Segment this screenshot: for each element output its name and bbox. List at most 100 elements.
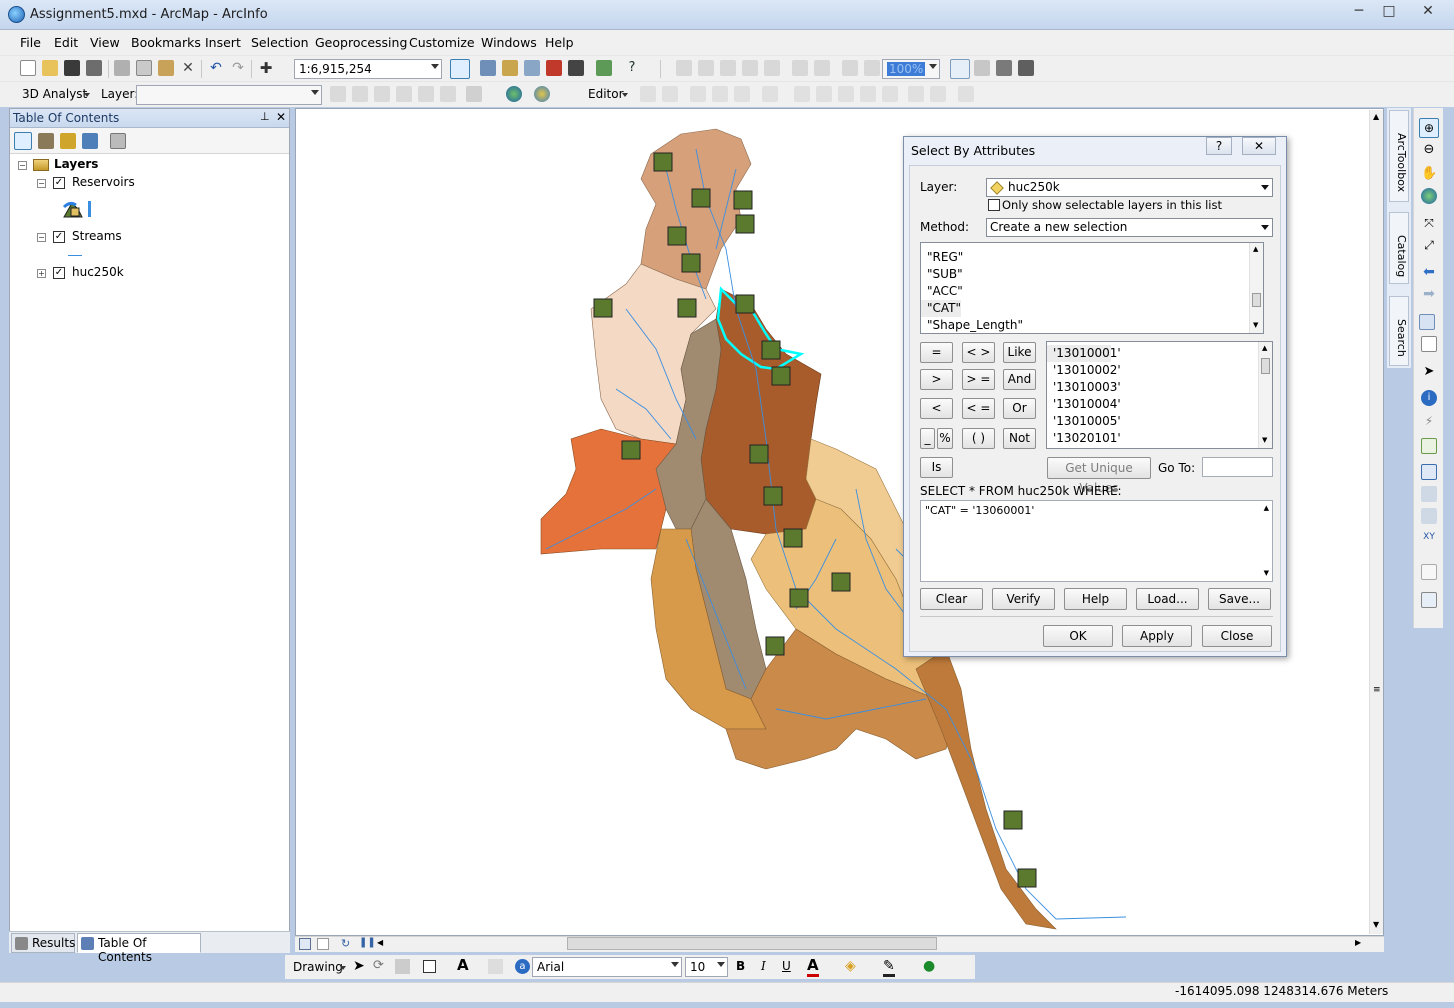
- edit-annotation-icon[interactable]: [662, 86, 678, 102]
- get-unique-values-button[interactable]: Get Unique Values: [1047, 457, 1151, 495]
- menu-selection[interactable]: Selection: [251, 35, 309, 50]
- operator-underscore-button[interactable]: _: [920, 428, 935, 449]
- select-elements-icon[interactable]: ➤: [353, 958, 365, 974]
- copy-icon[interactable]: [136, 60, 152, 76]
- operator-greater-button[interactable]: >: [920, 369, 953, 390]
- menu-customize[interactable]: Customize: [409, 35, 475, 50]
- toggle-draft-mode-icon[interactable]: [950, 59, 970, 79]
- underline-button[interactable]: U: [782, 959, 791, 973]
- scroll-up-icon[interactable]: ▲: [1262, 344, 1267, 352]
- arcscene-globe-icon[interactable]: [506, 86, 522, 102]
- value-item[interactable]: '13020101': [1047, 430, 1272, 447]
- layer-huc250k[interactable]: huc250k: [72, 265, 124, 279]
- scroll-thumb[interactable]: [1252, 293, 1261, 307]
- search-window-icon[interactable]: [524, 60, 540, 76]
- verify-button[interactable]: Verify: [992, 588, 1055, 610]
- python-window-icon[interactable]: [568, 60, 584, 76]
- split-icon[interactable]: [860, 86, 876, 102]
- interpolate-line-icon[interactable]: [418, 86, 434, 102]
- streams-checkbox[interactable]: ✓: [53, 231, 65, 243]
- zoom-100-icon[interactable]: [764, 60, 780, 76]
- apply-button[interactable]: Apply: [1122, 625, 1192, 647]
- tab-catalog[interactable]: Catalog: [1389, 212, 1409, 284]
- measure-icon[interactable]: [1421, 464, 1437, 480]
- pin-icon[interactable]: ⊥: [260, 110, 270, 123]
- field-item[interactable]: "Shape_Length": [921, 317, 1263, 333]
- value-item-selected[interactable]: '13010001': [1047, 345, 1121, 362]
- text-icon[interactable]: A: [457, 956, 469, 974]
- dialog-help-button[interactable]: ?: [1206, 137, 1232, 155]
- editor-dropdown[interactable]: Editor: [588, 87, 624, 101]
- select-features-icon[interactable]: [1419, 314, 1435, 330]
- add-data-icon[interactable]: ✚: [258, 60, 274, 76]
- go-to-xy-icon[interactable]: XY: [1421, 532, 1437, 548]
- menu-geoprocessing[interactable]: Geoprocessing: [315, 35, 407, 50]
- map-scale-combo[interactable]: 1:6,915,254: [294, 59, 442, 79]
- map-vertical-scrollbar[interactable]: ▲ ≡ ▼: [1369, 110, 1383, 934]
- values-list-scrollbar[interactable]: ▲ ▼: [1258, 342, 1272, 448]
- operator-and-button[interactable]: And: [1003, 369, 1036, 390]
- scroll-thumb[interactable]: [1261, 358, 1270, 374]
- menu-bookmarks[interactable]: Bookmarks: [131, 35, 201, 50]
- next-extent-icon[interactable]: [864, 60, 880, 76]
- fixed-layout-in-icon[interactable]: [792, 60, 808, 76]
- line-color-icon[interactable]: ✎: [883, 958, 895, 977]
- value-item[interactable]: '13010003': [1047, 379, 1272, 396]
- dialog-close-button[interactable]: ✕: [1242, 137, 1276, 155]
- font-color-icon[interactable]: A: [807, 956, 819, 977]
- arctoolbox-icon[interactable]: [546, 60, 562, 76]
- minimize-button[interactable]: ─: [1344, 1, 1374, 23]
- profile-graph-icon[interactable]: [466, 86, 482, 102]
- whats-this-icon[interactable]: ?: [624, 60, 640, 76]
- scroll-left-icon[interactable]: ◀: [377, 938, 383, 947]
- data-driven-pages-icon[interactable]: [1018, 60, 1034, 76]
- menu-edit[interactable]: Edit: [54, 35, 78, 50]
- menu-help[interactable]: Help: [545, 35, 574, 50]
- table-of-contents-icon[interactable]: [480, 60, 496, 76]
- straight-segment-icon[interactable]: [690, 86, 706, 102]
- clear-button[interactable]: Clear: [920, 588, 983, 610]
- fixed-zoom-out-map-icon[interactable]: ⤢: [1421, 238, 1437, 254]
- go-back-icon[interactable]: ⬅: [1421, 264, 1437, 280]
- list-by-selection-icon[interactable]: [82, 133, 98, 149]
- layer-select[interactable]: huc250k: [986, 178, 1273, 197]
- interpolate-point-icon[interactable]: [396, 86, 412, 102]
- create-features-icon[interactable]: [958, 86, 974, 102]
- tab-search[interactable]: Search: [1389, 296, 1409, 366]
- help-button[interactable]: Help: [1064, 588, 1127, 610]
- cut-icon[interactable]: [114, 60, 130, 76]
- marker-color-icon[interactable]: ●: [923, 958, 935, 974]
- new-document-icon[interactable]: [20, 60, 36, 76]
- 3d-analyst-dropdown[interactable]: 3D Analyst: [22, 87, 87, 101]
- fixed-zoom-out-icon[interactable]: [698, 60, 714, 76]
- editor-toolbar-icon[interactable]: [450, 59, 470, 79]
- operator-percent-button[interactable]: %: [937, 428, 953, 449]
- delete-icon[interactable]: ✕: [180, 60, 196, 76]
- fixed-layout-out-icon[interactable]: [814, 60, 830, 76]
- operator-like-button[interactable]: Like: [1003, 342, 1036, 363]
- save-icon[interactable]: [64, 60, 80, 76]
- italic-button[interactable]: I: [761, 959, 766, 973]
- analyst-layer-combo[interactable]: [136, 85, 322, 105]
- undo-icon[interactable]: ↶: [208, 60, 224, 76]
- operator-less-equal-button[interactable]: < =: [962, 398, 995, 419]
- operator-is-button[interactable]: Is: [920, 457, 953, 478]
- go-forward-icon[interactable]: ➡: [1421, 286, 1437, 302]
- edit-tool-icon[interactable]: [640, 86, 656, 102]
- html-popup-icon[interactable]: [1421, 438, 1437, 454]
- horizontal-scroll-thumb[interactable]: [567, 937, 937, 950]
- catalog-window-icon[interactable]: [502, 60, 518, 76]
- attributes-icon[interactable]: [908, 86, 924, 102]
- field-item[interactable]: "SUB": [921, 266, 1263, 283]
- print-icon[interactable]: [86, 60, 102, 76]
- scroll-up-icon[interactable]: ▲: [1253, 245, 1258, 253]
- endpoint-arc-icon[interactable]: [712, 86, 728, 102]
- list-by-source-icon[interactable]: [38, 133, 54, 149]
- bold-button[interactable]: B: [736, 959, 745, 973]
- value-item[interactable]: '13010002': [1047, 362, 1272, 379]
- unique-values-list[interactable]: '13010001' '13010002' '13010003' '130100…: [1046, 341, 1273, 449]
- pan-icon[interactable]: ✋: [1421, 166, 1437, 182]
- operator-not-button[interactable]: Not: [1003, 428, 1036, 449]
- operator-parens-button[interactable]: ( ): [962, 428, 995, 449]
- layout-zoom-combo[interactable]: 100%: [882, 59, 940, 79]
